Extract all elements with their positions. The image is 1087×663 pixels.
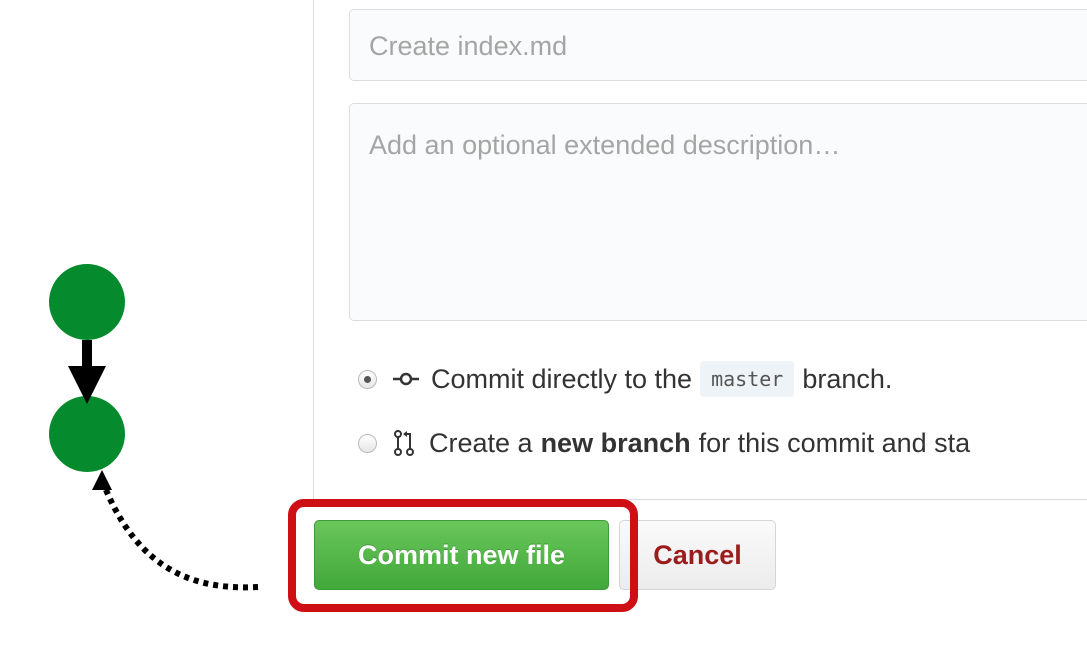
- arrow-down-icon: [68, 340, 106, 404]
- option-new-branch[interactable]: Create a new branch for this commit and …: [358, 425, 970, 461]
- commit-title-placeholder: Create index.md: [369, 31, 568, 61]
- github-commit-form-screenshot: Create index.md Add an optional extended…: [0, 0, 1087, 663]
- commit-diagram: [49, 264, 259, 591]
- commit-description-textarea[interactable]: Add an optional extended description…: [349, 103, 1087, 321]
- cancel-button-label: Cancel: [653, 539, 742, 570]
- description-placeholder: Add an optional extended description…: [369, 130, 841, 160]
- cancel-button[interactable]: Cancel: [619, 520, 776, 590]
- commit-new-file-button[interactable]: Commit new file: [314, 520, 609, 590]
- panel-bottom-border: [313, 499, 1087, 500]
- commit-node-icon: [49, 396, 125, 472]
- panel-left-border: [313, 0, 314, 500]
- option-commit-text-before: Commit directly to the: [431, 363, 693, 394]
- commit-node-icon: [49, 264, 125, 340]
- radio-new-branch[interactable]: [358, 433, 377, 453]
- commit-button-label: Commit new file: [357, 539, 566, 570]
- option-commit-text-after: branch.: [802, 363, 893, 394]
- option-commit-directly[interactable]: Commit directly to the master branch.: [358, 361, 892, 397]
- option-branch-strong: new branch: [540, 427, 691, 458]
- option-branch-text-before: Create a: [429, 427, 533, 458]
- radio-commit-directly[interactable]: [358, 369, 377, 389]
- option-branch-text-after: for this commit and sta: [698, 427, 971, 458]
- pull-request-icon: [394, 430, 414, 456]
- dotted-curved-arrow-icon: [92, 470, 259, 591]
- git-commit-icon: [393, 372, 419, 386]
- branch-name-chip: master: [700, 361, 795, 397]
- commit-title-input[interactable]: Create index.md: [349, 9, 1087, 81]
